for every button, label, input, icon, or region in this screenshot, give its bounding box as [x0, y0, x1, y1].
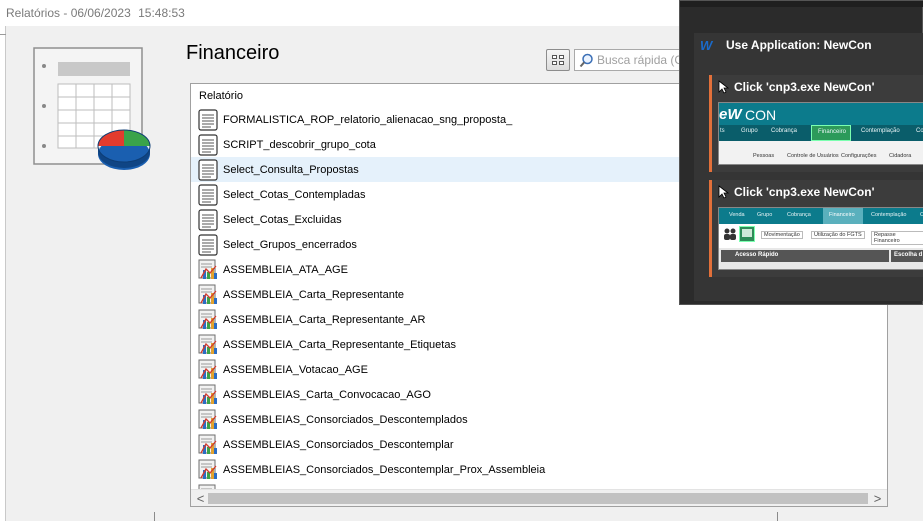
- users-icon: [724, 228, 736, 240]
- chart-report-icon: [198, 359, 217, 379]
- thumb-nav-item: Contemplação: [871, 212, 907, 218]
- scrollbar-thumb[interactable]: [208, 493, 868, 504]
- click-step-label: Click 'cnp3.exe NewCon': [734, 80, 875, 94]
- thumb-sub-item: Controle de Usuários: [787, 153, 839, 159]
- report-row-label: ASSEMBLEIA_Carta_Representante_Etiquetas: [223, 338, 456, 351]
- horizontal-scrollbar[interactable]: < >: [191, 489, 887, 506]
- report-row-label: Select_Grupos_encerrados: [223, 238, 357, 251]
- grid-view-icon: [552, 55, 557, 59]
- thumb-nav-item: Cobrança: [787, 212, 811, 218]
- thumb-sub-item: Pessoas: [753, 153, 775, 159]
- report-row-label: FORMALISTICA_ROP_relatorio_alienacao_sng…: [223, 113, 513, 126]
- thumb-sub-item: Configurações: [841, 153, 877, 159]
- report-row-label: Select_Cotas_Excluidas: [223, 213, 342, 226]
- chart-report-icon: [198, 434, 217, 454]
- report-spreadsheet-icon: [33, 47, 151, 170]
- report-row-label: ASSEMBLEIAS_Consorciados_Descontemplar_P…: [223, 463, 546, 476]
- thumb-nav-selected: Financeiro: [829, 212, 855, 218]
- thumb-nav-item: Co: [916, 128, 923, 134]
- divider: [154, 512, 155, 521]
- click-step-1[interactable]: Click 'cnp3.exe NewCon' eW CON ts Grupo …: [709, 75, 923, 172]
- thumb-sub-item: Cidadora: [889, 153, 912, 159]
- thumb-choose-panel: Escolha d: [891, 250, 923, 262]
- text-document-icon: [198, 233, 218, 256]
- use-application-step[interactable]: W Use Application: NewCon Click 'cnp3.ex…: [694, 33, 923, 301]
- report-row-label: ASSEMBLEIAS_Consorciados_Descontemplar: [223, 438, 454, 451]
- click-step-label: Click 'cnp3.exe NewCon': [734, 185, 875, 199]
- thumb-nav-item: Cobrança: [771, 128, 798, 134]
- report-row[interactable]: ASSEMBLEIA_Votacao_AGE: [191, 357, 887, 382]
- report-row[interactable]: ASSEMBLEIA_Carta_Representante_AR: [191, 307, 887, 332]
- svg-text:W: W: [700, 38, 714, 52]
- text-document-icon: [198, 133, 218, 156]
- thumb-nav-item: Contemplação: [861, 128, 900, 134]
- quick-search-input[interactable]: Busca rápida (Ct: [574, 49, 694, 71]
- use-application-label: Use Application: NewCon: [726, 38, 872, 52]
- chart-report-icon: [198, 284, 217, 304]
- automation-steps-panel: W Use Application: NewCon Click 'cnp3.ex…: [679, 0, 923, 305]
- thumb-nav-item: ts: [720, 128, 725, 134]
- report-row[interactable]: ASSEMBLEIA_Carta_Representante_Etiquetas: [191, 332, 887, 357]
- text-document-icon: [198, 183, 218, 206]
- report-row-label: SCRIPT_descobrir_grupo_cota: [223, 138, 376, 151]
- report-row-label: ASSEMBLEIA_Carta_Representante: [223, 288, 404, 301]
- text-document-icon: [198, 158, 218, 181]
- thumb-quick-access: Acesso Rápido: [721, 250, 889, 262]
- scroll-left-arrow[interactable]: <: [193, 491, 208, 506]
- divider: [777, 512, 778, 521]
- report-row[interactable]: ASSEMBLEIAS_Consorciados_Descontemplar_P…: [191, 457, 887, 482]
- report-row-label: ASSEMBLEIA_ATA_AGE: [223, 263, 348, 276]
- grid-view-icon-cell: [559, 55, 564, 59]
- thumb-nav-selected: Financeiro: [818, 129, 847, 135]
- thumb-nav-item: Grupo: [757, 212, 773, 218]
- text-document-icon: [198, 108, 218, 131]
- panel-top-strip: [680, 1, 923, 7]
- report-row-label: ASSEMBLEIAS_Consorciados_Descontemplados: [223, 413, 468, 426]
- report-row-label: ASSEMBLEIA_Carta_Representante_AR: [223, 313, 426, 326]
- thumb-sub-item: Movimentação: [761, 231, 803, 239]
- report-row-label: ASSEMBLEIAS_Carta_Convocacao_AGO: [223, 388, 431, 401]
- chart-report-icon: [198, 459, 217, 479]
- step-screenshot-thumbnail: Venda Grupo Cobrança Contemplação C Fina…: [718, 207, 923, 270]
- report-row-label: ASSEMBLEIA_Votacao_AGE: [223, 363, 368, 376]
- chart-report-icon: [198, 334, 217, 354]
- finance-screen-icon: [739, 226, 755, 242]
- grid-view-icon-cell: [559, 61, 564, 65]
- thumb-sub-item: Utilização do FGTS: [811, 231, 865, 239]
- newcon-logo-text: eW: [719, 106, 742, 123]
- search-icon: [579, 53, 593, 68]
- chart-report-icon: [198, 384, 217, 404]
- thumb-nav-item: Grupo: [741, 128, 758, 134]
- mouse-cursor-icon: [718, 185, 730, 199]
- chart-report-icon: [198, 409, 217, 429]
- search-placeholder: Busca rápida (Ct: [597, 53, 687, 67]
- report-row[interactable]: ASSEMBLEIAS_Carta_Convocacao_AGO: [191, 382, 887, 407]
- report-row[interactable]: ASSEMBLEIAS_Consorciados_Descontemplados: [191, 407, 887, 432]
- text-document-icon: [198, 208, 218, 231]
- thumb-sub-item: Repasse Financeiro: [871, 231, 923, 245]
- grid-view-icon-cell: [552, 61, 557, 65]
- chart-report-icon: [198, 309, 217, 329]
- column-header-report[interactable]: Relatório: [199, 90, 243, 102]
- window-title: Relatórios - 06/06/2023: [6, 6, 131, 20]
- scroll-right-arrow[interactable]: >: [870, 491, 885, 506]
- chart-report-icon: [198, 259, 217, 279]
- newcon-logo-icon: W: [700, 38, 714, 52]
- view-toggle-button[interactable]: [546, 49, 570, 71]
- step-screenshot-thumbnail: eW CON ts Grupo Cobrança Contemplação Co…: [718, 102, 923, 165]
- report-row-label: Select_Consulta_Propostas: [223, 163, 359, 176]
- thumb-nav-item: Venda: [729, 212, 745, 218]
- newcon-brand-text: CON: [745, 107, 777, 123]
- report-row[interactable]: ASSEMBLEIAS_Consorciados_Descontemplar: [191, 432, 887, 457]
- report-row-label: Select_Cotas_Contempladas: [223, 188, 366, 201]
- window-time: 15:48:53: [138, 6, 185, 20]
- click-step-2[interactable]: Click 'cnp3.exe NewCon' Venda Grupo Cobr…: [709, 180, 923, 277]
- mouse-cursor-icon: [718, 80, 730, 94]
- page-title: Financeiro: [186, 42, 280, 64]
